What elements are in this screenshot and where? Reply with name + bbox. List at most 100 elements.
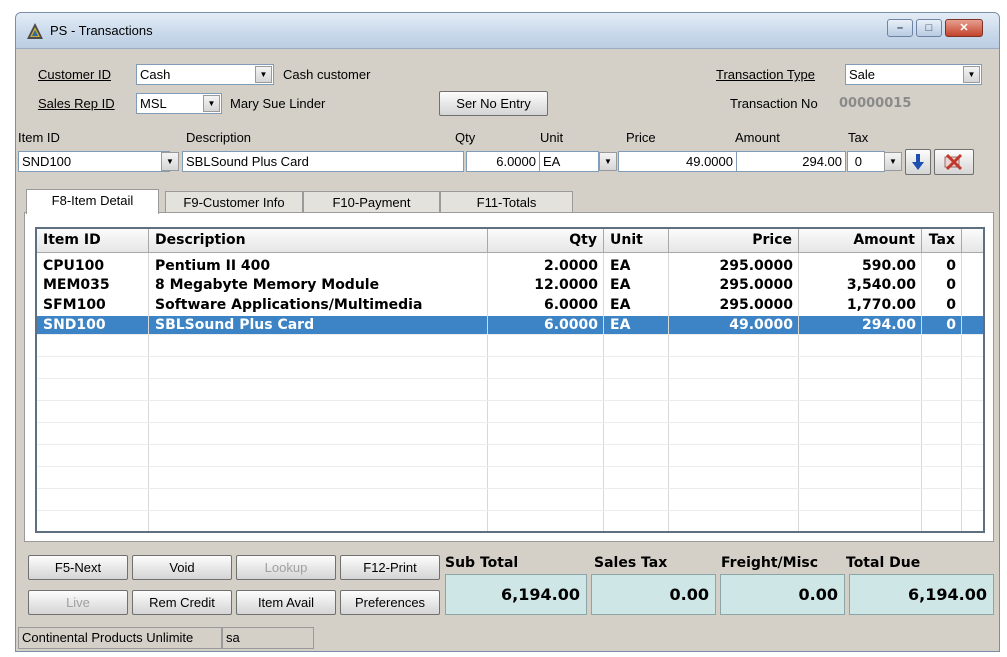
close-button[interactable]: ✕ [945, 19, 983, 37]
item-detail-panel: Item ID Description Qty Unit Price Amoun… [24, 212, 994, 542]
cell-tax[interactable]: 0 [922, 258, 962, 274]
cell-amount[interactable]: 3,540.00 [799, 277, 922, 293]
grid-row-line [37, 422, 983, 423]
col-header-price[interactable]: Price [669, 229, 799, 253]
col-header-tax[interactable]: Tax [922, 229, 962, 253]
cell-amount[interactable]: 1,770.00 [799, 297, 922, 313]
void-button[interactable]: Void [132, 555, 232, 580]
sub-total-value: 6,194.00 [445, 574, 587, 615]
cell-item-id[interactable]: CPU100 [37, 258, 149, 274]
description-col-label: Description [186, 130, 252, 145]
minimize-icon: – [896, 22, 904, 34]
col-header-unit[interactable]: Unit [604, 229, 669, 253]
tab-item-detail[interactable]: F8-Item Detail [26, 189, 159, 214]
chevron-down-icon[interactable]: ▼ [255, 66, 272, 83]
amount-col-label: Amount [735, 130, 780, 145]
item-avail-button[interactable]: Item Avail [236, 590, 336, 615]
sales-rep-field[interactable]: MSL ▼ [136, 93, 222, 114]
col-header-description[interactable]: Description [149, 229, 488, 253]
grid-row-line [37, 356, 983, 357]
customer-id-field[interactable]: Cash ▼ [136, 64, 274, 85]
cell-description[interactable]: Software Applications/Multimedia [149, 297, 488, 313]
cell-amount[interactable]: 294.00 [799, 317, 922, 333]
cell-price[interactable]: 295.0000 [669, 277, 799, 293]
status-user: sa [222, 627, 314, 649]
cell-qty[interactable]: 2.0000 [488, 258, 604, 274]
line-items-grid[interactable]: Item ID Description Qty Unit Price Amoun… [35, 227, 985, 533]
transaction-no-value: 00000015 [839, 96, 912, 111]
sales-rep-value: MSL [140, 96, 167, 111]
grid-row-line [37, 334, 983, 335]
cell-tax[interactable]: 0 [922, 277, 962, 293]
close-icon: ✕ [959, 22, 969, 34]
cell-qty[interactable]: 6.0000 [488, 297, 604, 313]
cell-price[interactable]: 295.0000 [669, 258, 799, 274]
grid-divider [148, 253, 149, 531]
cell-item-id[interactable]: MEM035 [37, 277, 149, 293]
cell-amount[interactable]: 590.00 [799, 258, 922, 274]
amount-input[interactable]: 294.00 [736, 151, 846, 172]
grid-row-line [37, 400, 983, 401]
col-header-item-id[interactable]: Item ID [37, 229, 149, 253]
item-id-input-value: SND100 [22, 154, 72, 169]
customer-id-value: Cash [140, 67, 171, 82]
chevron-down-icon[interactable]: ▼ [599, 152, 617, 171]
ser-no-entry-button[interactable]: Ser No Entry [439, 91, 548, 116]
maximize-button[interactable]: □ [916, 19, 942, 37]
transactions-window: PS - Transactions – □ ✕ Customer ID Cash… [15, 12, 1000, 652]
tab-customer-info[interactable]: F9-Customer Info [165, 191, 303, 213]
delete-line-button[interactable] [934, 149, 974, 175]
col-header-amount[interactable]: Amount [799, 229, 922, 253]
qty-input-value: 6.0000 [496, 154, 536, 169]
cell-item-id[interactable]: SFM100 [37, 297, 149, 313]
customer-id-label: Customer ID [38, 67, 111, 82]
customer-name: Cash customer [283, 67, 371, 82]
tab-totals[interactable]: F11-Totals [440, 191, 573, 213]
title-bar[interactable]: PS - Transactions – □ ✕ [16, 13, 999, 49]
preferences-button[interactable]: Preferences [340, 590, 440, 615]
total-due-value: 6,194.00 [849, 574, 994, 615]
cell-unit[interactable]: EA [604, 277, 669, 293]
chevron-down-icon[interactable]: ▼ [884, 152, 902, 171]
chevron-down-icon[interactable]: ▼ [203, 95, 220, 112]
tax-input[interactable]: 0 [847, 151, 885, 172]
description-input[interactable]: SBLSound Plus Card [182, 151, 464, 172]
lookup-button[interactable]: Lookup [236, 555, 336, 580]
chevron-down-icon[interactable]: ▼ [963, 66, 980, 83]
cell-unit[interactable]: EA [604, 297, 669, 313]
tab-payment[interactable]: F10-Payment [303, 191, 440, 213]
cell-description[interactable]: 8 Megabyte Memory Module [149, 277, 488, 293]
chevron-down-icon[interactable]: ▼ [161, 152, 179, 171]
minimize-button[interactable]: – [887, 19, 913, 37]
sub-total-label: Sub Total [445, 555, 519, 571]
grid-divider [603, 253, 604, 531]
rem-credit-button[interactable]: Rem Credit [132, 590, 232, 615]
delete-row-icon [944, 153, 963, 171]
cell-qty[interactable]: 6.0000 [488, 317, 604, 333]
live-button[interactable]: Live [28, 590, 128, 615]
item-id-input[interactable]: SND100 [18, 151, 170, 172]
col-header-qty[interactable]: Qty [488, 229, 604, 253]
qty-input[interactable]: 6.0000 [466, 151, 540, 172]
cell-item-id[interactable]: SND100 [37, 317, 149, 333]
cell-tax[interactable]: 0 [922, 297, 962, 313]
cell-price[interactable]: 49.0000 [669, 317, 799, 333]
next-button[interactable]: F5-Next [28, 555, 128, 580]
cell-qty[interactable]: 12.0000 [488, 277, 604, 293]
transaction-type-field[interactable]: Sale ▼ [845, 64, 982, 85]
unit-input-value: EA [543, 154, 561, 169]
price-input[interactable]: 49.0000 [618, 151, 737, 172]
unit-input[interactable]: EA [539, 151, 599, 172]
print-button[interactable]: F12-Print [340, 555, 440, 580]
cell-price[interactable]: 295.0000 [669, 297, 799, 313]
cell-unit[interactable]: EA [604, 317, 669, 333]
cell-description[interactable]: SBLSound Plus Card [149, 317, 488, 333]
cell-description[interactable]: Pentium II 400 [149, 258, 488, 274]
grid-divider [798, 253, 799, 531]
cell-unit[interactable]: EA [604, 258, 669, 274]
grid-row-line [37, 466, 983, 467]
grid-divider [961, 253, 962, 531]
move-down-button[interactable] [905, 149, 931, 175]
item-id-col-label: Item ID [18, 130, 60, 145]
cell-tax[interactable]: 0 [922, 317, 962, 333]
